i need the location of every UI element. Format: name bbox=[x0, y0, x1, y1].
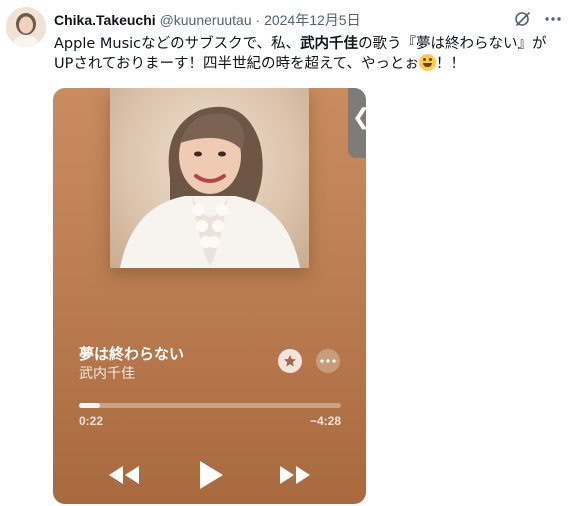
side-tab-handle[interactable]: ❮ bbox=[348, 88, 366, 158]
fast-forward-button[interactable] bbox=[279, 464, 311, 491]
chevron-left-icon: ❮ bbox=[352, 106, 366, 128]
progress-fill bbox=[79, 403, 100, 408]
tweet-date[interactable]: 2024年12月5日 bbox=[264, 12, 361, 28]
tweet-text-bold: 武内千佳 bbox=[300, 36, 359, 52]
tweet-text: Apple Musicなどのサブスクで、私、武内千佳の歌う『夢は終わらない』が … bbox=[54, 34, 554, 74]
laughing-emoji bbox=[419, 54, 437, 71]
time-elapsed: 0:22 bbox=[79, 414, 104, 428]
fast-forward-icon bbox=[280, 466, 310, 484]
avatar-photo bbox=[6, 7, 46, 47]
music-player-image[interactable]: ❮ 夢は終わらない 武内千佳 0:22 −4:28 bbox=[53, 88, 366, 504]
user-handle[interactable]: @kuuneruutau bbox=[160, 12, 252, 28]
play-button[interactable] bbox=[198, 460, 224, 495]
time-remaining: −4:28 bbox=[309, 414, 341, 428]
album-cover bbox=[110, 88, 309, 268]
display-name[interactable]: Chika.Takeuchi bbox=[54, 12, 156, 28]
star-icon bbox=[284, 355, 296, 367]
tweet-text-part1: Apple Musicなどのサブスクで、私、 bbox=[54, 36, 301, 52]
grok-icon[interactable] bbox=[514, 10, 532, 28]
rewind-button[interactable] bbox=[108, 464, 140, 491]
song-title: 夢は終わらない bbox=[79, 345, 185, 363]
song-artist: 武内千佳 bbox=[79, 366, 135, 382]
more-icon[interactable] bbox=[544, 10, 562, 28]
player-more-button[interactable] bbox=[316, 349, 340, 373]
playback-controls bbox=[53, 460, 366, 494]
play-icon bbox=[200, 461, 223, 489]
tweet-header: Chika.Takeuchi @kuuneruutau · 2024年12月5日 bbox=[54, 10, 562, 30]
rewind-icon bbox=[109, 466, 139, 484]
favorite-button[interactable] bbox=[278, 349, 302, 373]
tweet-text-tail: ！！ bbox=[436, 56, 466, 72]
tweet-text-line2: UPされておりまーす！四半世紀の時を超えて、やっとぉ bbox=[54, 56, 420, 72]
header-icons bbox=[514, 10, 562, 28]
progress-bar[interactable] bbox=[79, 403, 341, 408]
more-icon bbox=[320, 359, 336, 363]
separator-dot: · bbox=[255, 12, 261, 28]
avatar[interactable] bbox=[6, 7, 46, 47]
tweet-text-part2: の歌う『夢は終わらない』が bbox=[358, 36, 547, 52]
